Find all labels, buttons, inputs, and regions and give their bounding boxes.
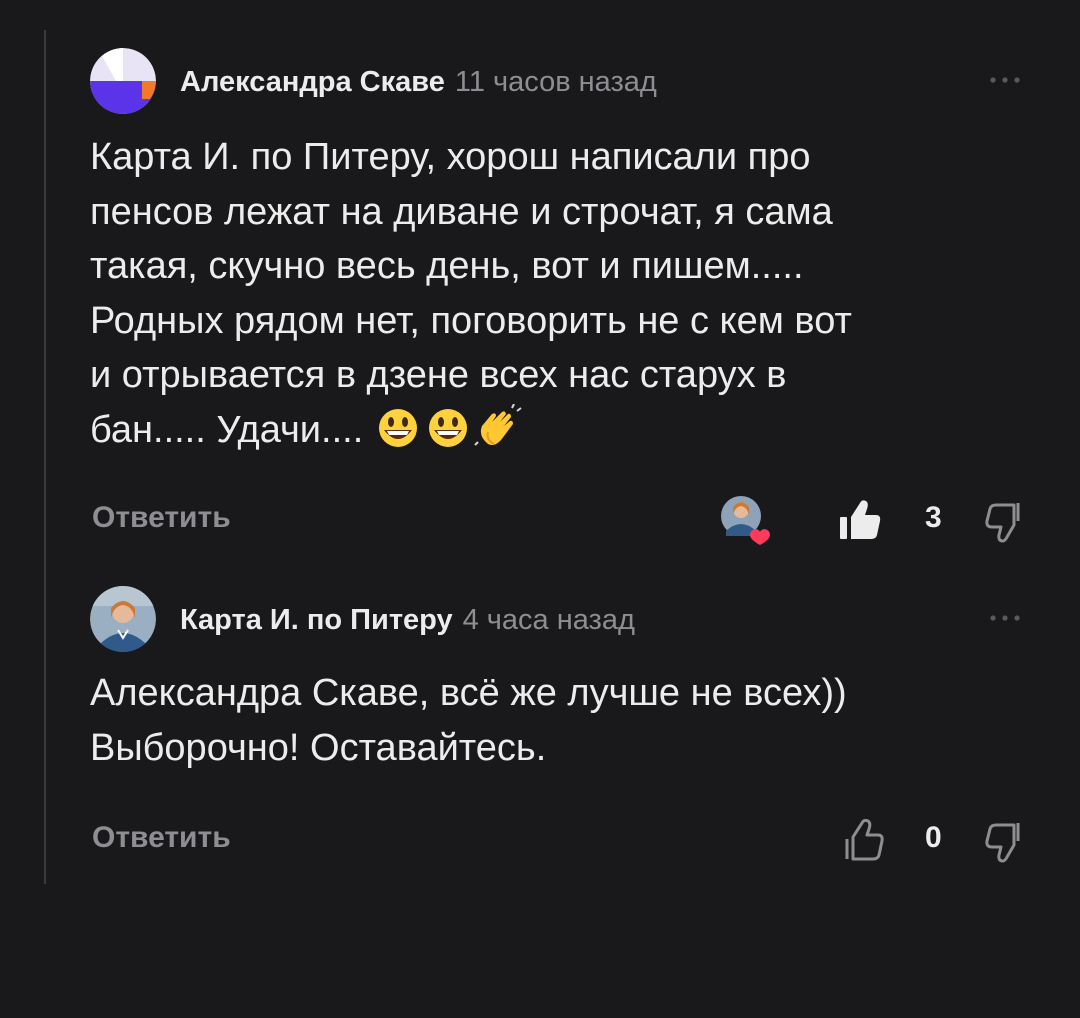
like-count: 3	[925, 501, 942, 534]
reply-button[interactable]: Ответить	[92, 821, 231, 855]
reply-button[interactable]: Ответить	[92, 501, 231, 535]
smiley-emoji	[424, 408, 474, 464]
thumbs-down-icon[interactable]	[983, 819, 1029, 865]
thumbs-up-icon[interactable]	[842, 817, 888, 863]
comment-line: Родных рядом нет, поговорить не с кем во…	[90, 299, 852, 342]
comment-time: 4 часа назад	[462, 604, 635, 636]
more-options-icon[interactable]	[980, 604, 1030, 634]
comment-line: такая, скучно весь день, вот и пишем....…	[90, 245, 804, 287]
comment-line: Выборочно! Оставайтесь.	[90, 726, 547, 769]
avatar[interactable]	[90, 48, 156, 114]
like-count: 0	[925, 821, 942, 854]
smiley-emoji	[374, 408, 424, 464]
comment-line: бан..... Удачи....	[90, 403, 1040, 464]
comment-header: Карта И. по Питеру 4 часа назад	[90, 586, 1040, 652]
clapping-hands-emoji	[474, 403, 524, 464]
comment-body: Карта И. по Питеру, хорош написали про п…	[90, 130, 1040, 463]
comment-line-text: бан..... Удачи....	[90, 408, 364, 451]
comment-line: Карта И. по Питеру, хорош написали про	[90, 136, 811, 178]
author-name[interactable]: Александра Скаве 11 часов назад	[180, 66, 657, 99]
comment-line: и отрывается в дзене всех нас старух в	[90, 354, 787, 396]
thumbs-down-icon[interactable]	[983, 499, 1029, 545]
comment-line: Александра Скаве, всё же лучше не всех))	[90, 672, 847, 714]
thread-line	[44, 30, 46, 884]
comment-actions: Ответить 3	[90, 491, 1040, 551]
comment-actions: Ответить 0	[90, 811, 1040, 871]
avatar[interactable]	[90, 586, 156, 652]
more-options-icon[interactable]	[980, 66, 1030, 96]
comment-line: пенсов лежат на диване и строчат, я сама	[90, 190, 833, 233]
thumbs-up-filled-icon[interactable]	[838, 497, 884, 543]
comment-header: Александра Скаве 11 часов назад	[90, 48, 1040, 114]
comment-time: 11 часов назад	[454, 66, 657, 98]
comment: Александра Скаве 11 часов назад Карта И. …	[90, 48, 1040, 551]
comment: Карта И. по Питеру 4 часа назад Александр…	[90, 586, 1040, 871]
author-label[interactable]: Карта И. по Питеру	[180, 604, 453, 636]
author-name[interactable]: Карта И. по Питеру 4 часа назад	[180, 604, 635, 637]
comment-body: Александра Скаве, всё же лучше не всех))…	[90, 666, 1040, 775]
author-label[interactable]: Александра Скаве	[180, 66, 445, 98]
author-liked-avatar	[720, 495, 770, 545]
